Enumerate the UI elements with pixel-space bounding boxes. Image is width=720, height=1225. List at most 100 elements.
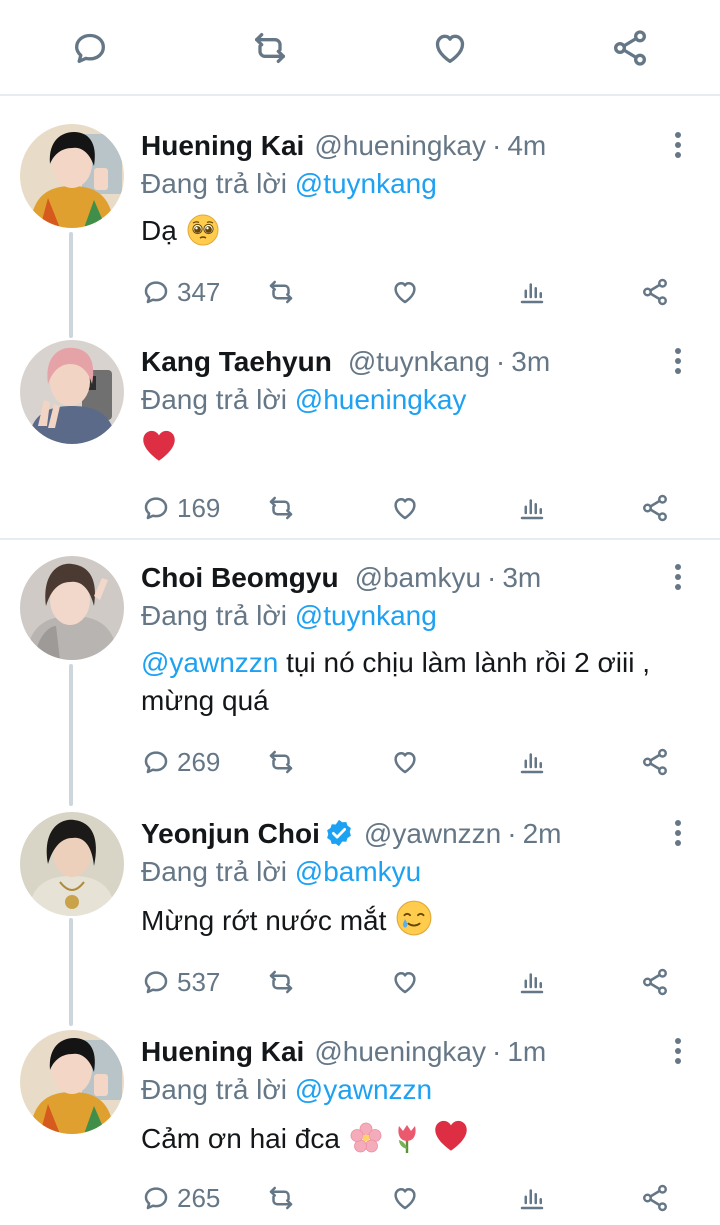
- tweet-text: Dạ: [141, 212, 701, 250]
- like-button[interactable]: [390, 490, 420, 526]
- user-handle[interactable]: @hueningkay: [314, 1036, 486, 1067]
- share-icon: [643, 968, 667, 996]
- reply-count: 265: [177, 1182, 221, 1213]
- tweet-mention[interactable]: @yawnzzn: [141, 647, 278, 678]
- retweet-button[interactable]: [266, 1180, 296, 1216]
- more-options-icon[interactable]: [664, 562, 692, 592]
- reply-icon: [144, 1187, 168, 1210]
- analytics-button[interactable]: [517, 274, 547, 310]
- share-button[interactable]: [640, 274, 670, 310]
- like-button[interactable]: [390, 1180, 420, 1216]
- retweet-icon: [269, 280, 293, 304]
- like-icon: [394, 282, 416, 304]
- retweet-icon: [269, 1186, 293, 1210]
- share-button[interactable]: [640, 744, 670, 780]
- share-icon: [643, 278, 667, 306]
- analytics-button[interactable]: [517, 964, 547, 1000]
- display-name[interactable]: Kang Taehyun: [141, 346, 332, 377]
- reply-button[interactable]: 347: [141, 274, 220, 310]
- avatar[interactable]: [20, 340, 124, 444]
- retweet-button[interactable]: [266, 490, 296, 526]
- verified-badge-icon: [327, 819, 351, 847]
- timestamp[interactable]: 4m: [507, 130, 546, 161]
- user-handle[interactable]: @yawnzzn: [364, 818, 501, 849]
- tweet-actions: 169: [0, 490, 720, 526]
- more-options-icon[interactable]: [664, 1036, 692, 1066]
- replying-to: Đang trả lời @tuynkang: [141, 598, 437, 634]
- retweet-button[interactable]: [266, 274, 296, 310]
- analytics-button[interactable]: [517, 1180, 547, 1216]
- analytics-icon: [520, 283, 544, 304]
- replying-to-mention[interactable]: @tuynkang: [295, 168, 437, 199]
- reply-tweet[interactable]: Yeonjun Choi @yawnzzn · 2m Đang trả lời @b…: [0, 812, 720, 1012]
- reply-tweet[interactable]: Huening Kai @hueningkay · 4m Đang trả lời @…: [0, 124, 720, 324]
- share-icon: [643, 748, 667, 776]
- tweet-text: @yawnzzn tụi nó chịu làm lành rồi 2 ơiii…: [141, 644, 669, 720]
- replying-to-mention[interactable]: @hueningkay: [295, 384, 467, 415]
- share-button[interactable]: [640, 964, 670, 1000]
- more-options-icon[interactable]: [664, 130, 692, 160]
- red-heart-emoji: [143, 430, 175, 461]
- reply-count: 347: [177, 276, 221, 307]
- tweet-text: Cảm ơn hai đca: [141, 1118, 701, 1158]
- reply-tweet[interactable]: Kang Taehyun @tuynkang · 3m Đang trả lời @h…: [0, 340, 720, 530]
- user-handle[interactable]: @hueningkay: [314, 130, 486, 161]
- avatar[interactable]: [20, 812, 124, 916]
- like-button[interactable]: [390, 964, 420, 1000]
- tweet-text-content: Mừng rớt nước mắt: [141, 905, 387, 936]
- reply-button[interactable]: 269: [141, 744, 220, 780]
- user-handle[interactable]: @bamkyu: [355, 562, 481, 593]
- share-icon[interactable]: [608, 26, 652, 70]
- replying-to-mention[interactable]: @bamkyu: [295, 856, 421, 887]
- display-name[interactable]: Huening Kai: [141, 130, 304, 161]
- display-name[interactable]: Huening Kai: [141, 1036, 304, 1067]
- timestamp[interactable]: 2m: [523, 818, 562, 849]
- timestamp[interactable]: 3m: [502, 562, 541, 593]
- reply-button[interactable]: 265: [141, 1180, 220, 1216]
- share-button[interactable]: [640, 490, 670, 526]
- avatar[interactable]: [20, 124, 124, 228]
- replying-to: Đang trả lời @yawnzzn: [141, 1072, 432, 1108]
- display-name[interactable]: Yeonjun Choi: [141, 818, 320, 849]
- share-button[interactable]: [640, 1180, 670, 1216]
- user-handle[interactable]: @tuynkang: [348, 346, 490, 377]
- reply-icon[interactable]: [68, 26, 112, 70]
- avatar[interactable]: [20, 1030, 124, 1134]
- retweet-icon: [269, 750, 293, 774]
- like-button[interactable]: [390, 744, 420, 780]
- retweet-icon[interactable]: [248, 26, 292, 70]
- tweet-header: Yeonjun Choi @yawnzzn · 2m: [141, 816, 562, 852]
- reply-tweet[interactable]: Huening Kai @hueningkay · 1m Đang trả lời @…: [0, 1030, 720, 1225]
- replying-to-label: Đang trả lời: [141, 1074, 287, 1105]
- reply-count: 537: [177, 966, 221, 997]
- analytics-button[interactable]: [517, 744, 547, 780]
- replying-to-mention[interactable]: @tuynkang: [295, 600, 437, 631]
- tweet-text-content: Cảm ơn hai đca: [141, 1123, 340, 1154]
- reply-icon: [144, 497, 168, 520]
- like-icon[interactable]: [428, 26, 472, 70]
- replying-to: Đang trả lời @bamkyu: [141, 854, 421, 890]
- retweet-button[interactable]: [266, 964, 296, 1000]
- analytics-icon: [520, 499, 544, 520]
- timestamp[interactable]: 3m: [511, 346, 550, 377]
- reply-button[interactable]: 169: [141, 490, 220, 526]
- conversation-divider: [0, 538, 720, 540]
- reply-button[interactable]: 537: [141, 964, 220, 1000]
- analytics-icon: [520, 973, 544, 994]
- more-options-icon[interactable]: [664, 818, 692, 848]
- reply-tweet[interactable]: Choi Beomgyu @bamkyu · 3m Đang trả lời @tuy…: [0, 556, 720, 796]
- replying-to-mention[interactable]: @yawnzzn: [295, 1074, 432, 1105]
- tweet-text: [141, 428, 701, 468]
- like-button[interactable]: [390, 274, 420, 310]
- reply-icon: [144, 281, 168, 304]
- like-icon: [394, 752, 416, 774]
- retweet-button[interactable]: [266, 744, 296, 780]
- analytics-icon: [520, 753, 544, 774]
- more-options-icon[interactable]: [664, 346, 692, 376]
- like-icon: [394, 498, 416, 520]
- tweet-text: Mừng rớt nước mắt: [141, 900, 701, 940]
- timestamp[interactable]: 1m: [507, 1036, 546, 1067]
- avatar[interactable]: [20, 556, 124, 660]
- display-name[interactable]: Choi Beomgyu: [141, 562, 339, 593]
- analytics-button[interactable]: [517, 490, 547, 526]
